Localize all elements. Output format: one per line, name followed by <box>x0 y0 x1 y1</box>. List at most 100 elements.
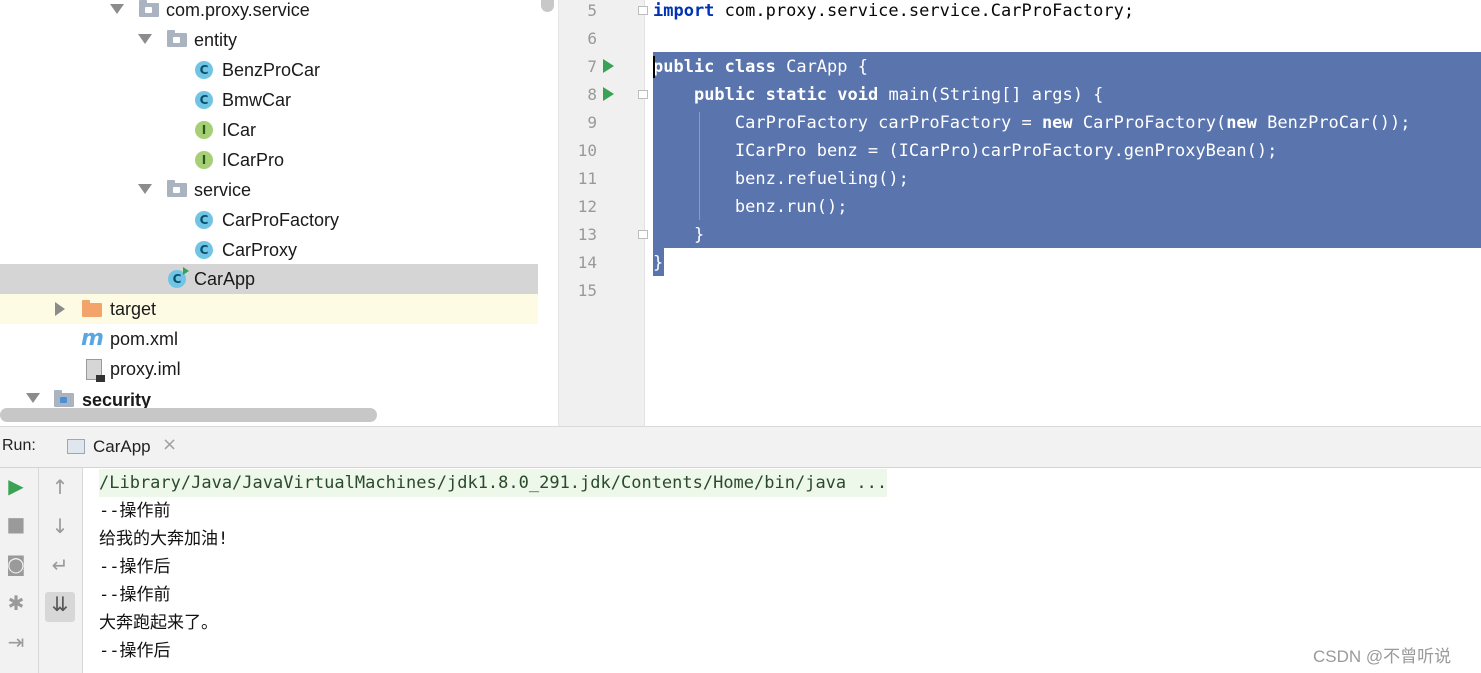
console-line: --操作前 <box>99 501 171 521</box>
tree-item-label: CarProxy <box>222 240 298 260</box>
tree-item-carprofactory[interactable]: C CarProFactory <box>0 205 538 235</box>
scroll-to-end-icon[interactable]: ⇊ <box>45 592 75 622</box>
fold-marker-icon[interactable] <box>638 6 648 15</box>
keyword: new <box>1226 113 1257 133</box>
code-line-13: } <box>653 225 705 245</box>
line-number: 6 <box>587 29 597 48</box>
code-text: com.proxy.service.service.CarProFactory; <box>714 1 1135 21</box>
interface-icon: I <box>195 151 213 169</box>
line-number: 5 <box>587 1 597 20</box>
tree-item-label: pom.xml <box>110 329 179 349</box>
stop-icon[interactable]: ■ <box>1 512 31 542</box>
tree-item-benzprocar[interactable]: C BenzProCar <box>0 55 538 85</box>
tree-item-label: com.proxy.service <box>166 0 310 20</box>
collapse-arrow-icon[interactable] <box>55 302 65 316</box>
line-number: 8 <box>587 85 597 104</box>
tree-item-label: BmwCar <box>222 90 292 110</box>
console-output[interactable] <box>83 468 1481 673</box>
run-panel-label: Run: <box>2 437 36 454</box>
console-line: --操作后 <box>99 641 171 661</box>
console-command-line: /Library/Java/JavaVirtualMachines/jdk1.8… <box>99 469 888 497</box>
line-number: 11 <box>577 169 597 188</box>
code-line-9: CarProFactory carProFactory = new CarPro… <box>653 109 1411 137</box>
line-number: 9 <box>587 113 597 132</box>
keyword: import <box>653 1 715 21</box>
code-line-14: } <box>653 253 664 273</box>
tree-horizontal-scrollbar[interactable] <box>0 408 377 422</box>
run-marker-icon <box>183 267 189 275</box>
tree-vertical-scrollbar[interactable] <box>541 0 554 12</box>
line-number: 15 <box>577 281 597 300</box>
iml-file-icon <box>86 359 105 382</box>
tree-item-label: BenzProCar <box>222 60 321 80</box>
tree-item-label: entity <box>194 30 238 50</box>
arrow-up-icon[interactable]: ↑ <box>45 475 75 505</box>
exit-icon[interactable]: ⇥ <box>1 630 31 660</box>
rerun-icon[interactable]: ▶ <box>1 474 31 504</box>
expand-arrow-icon[interactable] <box>138 184 152 194</box>
fold-marker-icon[interactable] <box>638 90 648 99</box>
code-line-12: benz.run(); <box>653 197 848 217</box>
code-line-5: import com.proxy.service.service.CarProF… <box>653 0 1134 25</box>
class-badge: C <box>172 272 182 286</box>
debug-icon[interactable]: ✱ <box>1 591 31 621</box>
keyword: public <box>653 57 715 77</box>
runnable-class-icon: C <box>168 267 189 288</box>
toolbar-divider <box>38 468 39 673</box>
text-caret <box>653 56 655 78</box>
run-panel-header <box>0 426 1481 468</box>
tree-item-label: proxy.iml <box>110 359 181 379</box>
code-text: main(String[] args) { <box>878 85 1104 105</box>
class-icon: C <box>195 241 213 259</box>
tree-item-label: ICar <box>222 120 257 140</box>
package-icon <box>167 180 187 197</box>
project-tree: com.proxy.service entity C BenzProCar C … <box>0 0 538 426</box>
tree-item-bmwcar[interactable]: C BmwCar <box>0 85 538 115</box>
line-number: 7 <box>587 57 597 76</box>
tree-item-pom-xml[interactable]: m pom.xml <box>0 324 538 354</box>
tree-item-com-proxy-service[interactable]: com.proxy.service <box>0 0 538 25</box>
tree-item-icarpro[interactable]: I ICarPro <box>0 145 538 175</box>
console-line: --操作前 <box>99 585 171 605</box>
tree-item-target[interactable]: target <box>0 294 538 324</box>
tree-item-carproxy[interactable]: C CarProxy <box>0 235 538 265</box>
maven-icon: m <box>81 326 104 351</box>
expand-arrow-icon[interactable] <box>138 34 152 44</box>
tree-item-icar[interactable]: I ICar <box>0 115 538 145</box>
tree-item-service[interactable]: service <box>0 175 538 205</box>
run-main-gutter-icon[interactable] <box>603 87 614 101</box>
code-line-8: public static void main(String[] args) { <box>653 81 1103 109</box>
fold-marker-icon[interactable] <box>638 230 648 239</box>
camera-icon[interactable]: ◙ <box>1 552 31 582</box>
tree-item-proxy-iml[interactable]: proxy.iml <box>0 354 538 384</box>
excluded-folder-icon <box>82 300 102 317</box>
arrow-down-icon[interactable]: ↓ <box>45 514 75 544</box>
package-icon <box>139 0 159 17</box>
tree-item-carapp[interactable]: C CarApp <box>0 264 538 294</box>
expand-arrow-icon[interactable] <box>110 4 124 14</box>
tree-item-label: CarProFactory <box>222 210 340 230</box>
class-icon: C <box>195 91 213 109</box>
code-text: CarProFactory( <box>1072 113 1227 133</box>
class-icon: C <box>195 211 213 229</box>
keyword: static <box>765 85 828 105</box>
console-line: --操作后 <box>99 557 171 577</box>
code-line-7: public class CarApp { <box>653 53 868 81</box>
line-number: 13 <box>577 225 597 244</box>
line-number: 10 <box>577 141 597 160</box>
soft-wrap-icon[interactable]: ↵ <box>45 553 75 583</box>
keyword: new <box>1041 113 1073 133</box>
module-icon <box>54 390 74 407</box>
tree-item-entity[interactable]: entity <box>0 25 538 55</box>
tree-item-label: service <box>194 180 252 200</box>
code-text: CarApp { <box>775 57 868 77</box>
run-class-gutter-icon[interactable] <box>603 59 614 73</box>
code-text: BenzProCar()); <box>1256 113 1411 133</box>
run-config-icon <box>67 439 85 454</box>
keyword: void <box>837 85 879 105</box>
expand-arrow-icon[interactable] <box>26 393 40 403</box>
close-icon[interactable]: × <box>162 434 177 455</box>
